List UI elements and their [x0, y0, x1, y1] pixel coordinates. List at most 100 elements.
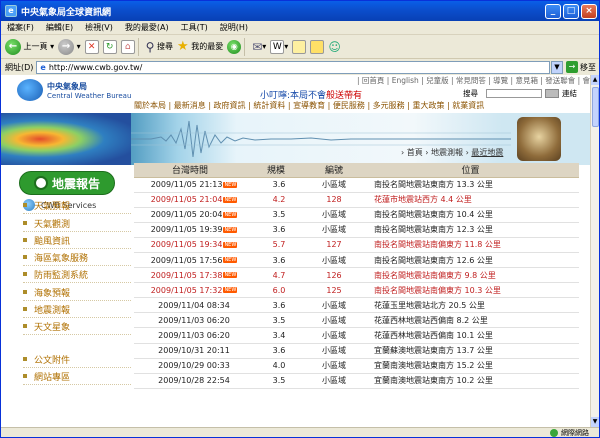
sidebar-item[interactable]: 公文附件	[23, 351, 131, 368]
messenger-button[interactable]: ☺	[328, 37, 341, 57]
vertical-scrollbar[interactable]: ▲ ▼	[590, 75, 599, 427]
table-row[interactable]: 2009/10/28 22:54 3.5 小區域 宜蘭南澳地震站東南方 10.2 公里	[134, 373, 579, 389]
minimize-button[interactable]: _	[545, 3, 561, 19]
address-bar: 網址(D) e http://www.cwb.gov.tw/ ▼ → 移至	[1, 59, 599, 75]
forward-button[interactable]: → ▾	[58, 37, 81, 57]
table-row[interactable]: 2009/11/04 08:34 3.6 小區域 花蓮玉里地震站北方 20.5 公里	[134, 297, 579, 314]
scroll-down-icon[interactable]: ▼	[591, 417, 599, 427]
breadcrumb-home[interactable]: 首頁	[407, 148, 423, 157]
time-text: 2009/11/03 06:20	[158, 315, 230, 325]
table-row[interactable]: 2009/11/03 06:20 3.5 小區域 花蓮西林地震站西偏南 8.2 公里	[134, 312, 579, 329]
table-row[interactable]: 2009/11/05 21:13 NEW 3.6 小區域 南投名間地震站東南方 13.3…	[134, 177, 579, 193]
menu-tools[interactable]: 工具(T)	[175, 22, 214, 33]
breadcrumb-earthquake[interactable]: 地震測報	[431, 148, 463, 157]
table-row[interactable]: 2009/11/05 20:04 NEW 3.5 小區域 南投名間地震站東南方 10.4…	[134, 207, 579, 223]
table-row[interactable]: 2009/11/05 17:32 NEW 6.0 125 南投名間地震站南偏東方 10.…	[134, 282, 579, 299]
sidebar-item[interactable]: 海象預報	[23, 284, 131, 301]
table-row[interactable]: 2009/11/05 17:56 NEW 3.6 小區域 南投名間地震站東南方 12.6…	[134, 252, 579, 269]
cell-time[interactable]: 2009/11/04 08:34	[134, 297, 246, 314]
home-button[interactable]: ⌂	[120, 37, 135, 57]
cell-time[interactable]: 2009/11/05 21:04 NEW	[134, 192, 246, 208]
scroll-thumb[interactable]	[592, 87, 599, 127]
sidebar-item[interactable]: 地震測報	[23, 301, 131, 318]
menu-favorites[interactable]: 我的最愛(A)	[119, 22, 175, 33]
cell-location: 南投名間地震站東南方 10.4 公里	[362, 207, 579, 223]
sidebar-item[interactable]: 天文星象	[23, 318, 131, 335]
cell-number: 小區域	[306, 177, 362, 193]
cell-time[interactable]: 2009/10/29 00:33	[134, 358, 246, 374]
new-badge: NEW	[223, 241, 238, 248]
print-icon: W	[270, 39, 285, 54]
cell-time[interactable]: 2009/11/05 19:34 NEW	[134, 237, 246, 253]
close-button[interactable]: ×	[581, 3, 597, 19]
col-time[interactable]: 台灣時間	[134, 163, 246, 178]
links-label[interactable]: 連結	[562, 88, 577, 99]
print-button[interactable]: W ▾	[270, 37, 288, 57]
col-location[interactable]: 位置	[362, 163, 579, 178]
sidebar-item[interactable]: 防雨監測系統	[23, 266, 131, 283]
sidebar-item[interactable]: 天氣觀測	[23, 215, 131, 232]
cell-time[interactable]: 2009/11/05 17:32 NEW	[134, 282, 246, 299]
address-input[interactable]: e http://www.cwb.gov.tw/	[36, 60, 550, 74]
sidebar-item-label: 天文星象	[34, 322, 71, 333]
table-row[interactable]: 2009/11/05 21:04 NEW 4.2 128 花蓮市地震站西方 4.4 公里	[134, 192, 579, 208]
maximize-button[interactable]: □	[563, 3, 579, 19]
main-nav[interactable]: 關於本局 | 最新消息 | 政府資訊 | 統計資料 | 宣導教育 | 便民服務 …	[134, 100, 484, 111]
cell-time[interactable]: 2009/11/05 17:38 NEW	[134, 267, 246, 284]
col-number[interactable]: 編號	[306, 163, 362, 178]
cell-magnitude: 3.6	[246, 222, 306, 238]
breadcrumb-latest[interactable]: 最近地震	[471, 148, 503, 157]
cell-time[interactable]: 2009/11/05 20:04 NEW	[134, 207, 246, 223]
menu-view[interactable]: 檢視(V)	[79, 22, 119, 33]
cell-time[interactable]: 2009/11/03 06:20	[134, 312, 246, 329]
earthquake-report-button[interactable]: 地震報告	[19, 171, 115, 195]
back-button[interactable]: ← 上一頁 ▾	[5, 37, 54, 57]
table-row[interactable]: 2009/11/03 06:20 3.4 小區域 花蓮西林地震站西偏南 10.1 公里	[134, 327, 579, 344]
star-icon: ★	[177, 39, 189, 54]
search-button[interactable]: ⚲ 搜尋	[146, 37, 173, 57]
table-row[interactable]: 2009/10/31 20:11 3.6 小區域 宜蘭蘇澳地震站東南方 13.7 公里	[134, 343, 579, 359]
stop-button[interactable]: ✕	[84, 37, 99, 57]
menu-edit[interactable]: 編輯(E)	[40, 22, 79, 33]
search-icon: ⚲	[145, 39, 155, 54]
mail-button[interactable]: ✉ ▾	[252, 37, 266, 57]
menu-help[interactable]: 說明(H)	[214, 22, 254, 33]
toolbar: ← 上一頁 ▾ → ▾ ✕ ↻ ⌂ ⚲ 搜尋 ★ 我的最愛 ◉ ✉ ▾ W ▾ ☺	[1, 35, 599, 59]
site-search-button[interactable]	[545, 89, 559, 98]
discuss-button[interactable]	[310, 37, 325, 57]
sidebar-item[interactable]: 海區氣象服務	[23, 249, 131, 266]
cell-location: 南投名間地震站南偏東方 9.8 公里	[362, 267, 579, 284]
cell-time[interactable]: 2009/11/05 19:39 NEW	[134, 222, 246, 238]
cell-time[interactable]: 2009/11/03 06:20	[134, 327, 246, 344]
top-links[interactable]: | 回首頁 | English | 兒童版 | 常見問答 | 導覽 | 意見箱 …	[357, 75, 590, 86]
cwb-logo[interactable]: 中央氣象局 Central Weather Bureau	[17, 79, 131, 101]
sidebar-item[interactable]: 天氣預報	[23, 197, 131, 214]
sidebar-item-label: 天氣預報	[34, 201, 71, 212]
edit-button[interactable]	[292, 37, 307, 57]
media-button[interactable]: ◉	[227, 37, 242, 57]
cell-location: 南投名間地震站東南方 12.6 公里	[362, 252, 579, 269]
sidebar-item[interactable]: 颱風資訊	[23, 232, 131, 249]
favorites-button[interactable]: ★ 我的最愛	[177, 37, 223, 57]
cell-time[interactable]: 2009/11/05 17:56 NEW	[134, 252, 246, 269]
go-button[interactable]: → 移至	[566, 61, 596, 73]
scroll-up-icon[interactable]: ▲	[591, 75, 599, 85]
cell-magnitude: 5.7	[246, 237, 306, 253]
sidebar-item[interactable]: 網站專區	[23, 368, 131, 385]
address-dropdown[interactable]: ▼	[551, 60, 563, 74]
menu-file[interactable]: 檔案(F)	[1, 22, 40, 33]
cell-time[interactable]: 2009/10/31 20:11	[134, 343, 246, 359]
cell-time[interactable]: 2009/10/28 22:54	[134, 373, 246, 389]
table-row[interactable]: 2009/10/29 00:33 4.0 小區域 宜蘭南澳地震站東南方 15.2 公里	[134, 358, 579, 374]
refresh-button[interactable]: ↻	[102, 37, 117, 57]
cell-time[interactable]: 2009/11/05 21:13 NEW	[134, 177, 246, 193]
time-text: 2009/11/03 06:20	[158, 330, 230, 340]
table-row[interactable]: 2009/11/05 17:38 NEW 4.7 126 南投名間地震站南偏東方 9.8…	[134, 267, 579, 284]
new-badge: NEW	[223, 287, 238, 294]
table-row[interactable]: 2009/11/05 19:34 NEW 5.7 127 南投名間地震站南偏東方 11.…	[134, 237, 579, 253]
site-search-input[interactable]	[486, 89, 542, 98]
cell-number: 125	[306, 282, 362, 299]
table-row[interactable]: 2009/11/05 19:39 NEW 3.6 小區域 南投名間地震站東南方 12.3…	[134, 222, 579, 238]
col-magnitude[interactable]: 規模	[246, 163, 306, 178]
cell-magnitude: 6.0	[246, 282, 306, 299]
